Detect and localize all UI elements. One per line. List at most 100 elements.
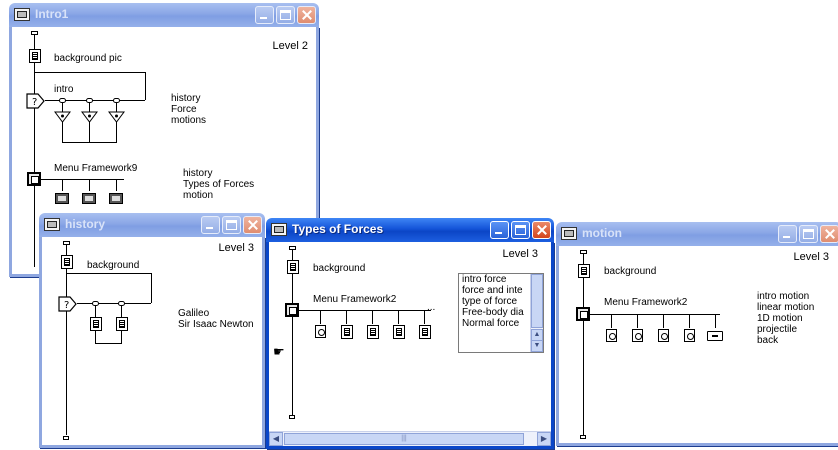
close-button[interactable] [820,225,838,243]
maximize-button[interactable] [511,221,530,239]
display-icon[interactable] [341,325,353,339]
motion-window[interactable]: motion Level 3 background Menu Framework… [556,222,838,446]
page-label: back [757,335,779,346]
branch-line [116,103,117,143]
page-icon[interactable] [606,329,617,342]
page-icon[interactable] [315,325,326,338]
authorware-icon [44,218,60,231]
branch-line [62,103,63,143]
types-of-forces-window[interactable]: Types of Forces Level 3 background Menu … [266,218,554,449]
scroll-right-arrow-icon[interactable]: ▶ [537,432,551,446]
page-label: linear motion [757,302,815,313]
minimize-button[interactable] [490,221,509,239]
loop-line [34,72,146,73]
framework-line [689,314,690,328]
page-icon[interactable] [684,329,695,342]
close-button[interactable] [532,221,551,239]
branch-line [62,142,117,143]
map-icon[interactable] [81,111,98,123]
framework-page-list: intro motion linear motion 1D motion pro… [757,291,814,346]
intro1-titlebar[interactable]: Intro1 [9,3,319,27]
icon-label: background [313,263,366,274]
icon-list[interactable]: intro force force and inte type of force… [458,273,544,353]
display-icon[interactable] [287,260,299,274]
page-label: 1D motion [757,313,803,324]
types-of-forces-titlebar[interactable]: Types of Forces [266,218,554,242]
level-indicator: Level 3 [218,242,254,254]
close-button[interactable] [297,6,316,24]
branch-label: history [171,93,201,104]
scroll-left-arrow-icon[interactable]: ◀ [269,432,283,446]
scroll-thumb[interactable]: ||| [284,433,524,445]
map-icon[interactable] [55,193,69,204]
window-title: motion [582,226,622,240]
decision-icon[interactable]: ? [58,294,77,312]
display-icon[interactable] [116,317,128,331]
loop-line [151,273,152,303]
maximize-button[interactable] [799,225,818,243]
page-label: Types of Forces [183,179,255,190]
framework-line [346,310,347,324]
button-icon[interactable] [707,331,723,341]
page-icon[interactable] [632,329,643,342]
maximize-button[interactable] [222,216,241,234]
icon-label: background [604,266,657,277]
authorware-icon [271,223,287,236]
flowline-end [289,415,295,419]
page-label: intro motion [757,291,810,302]
map-icon[interactable] [54,111,71,123]
decision-branch-list: Galileo Sir Isaac Newton [178,308,254,330]
branch-label: Sir Isaac Newton [178,319,254,330]
branch-line [89,103,90,143]
display-icon[interactable] [393,325,405,339]
history-window[interactable]: history Level 3 background ? Galileo Sir… [39,213,265,448]
framework-line [372,310,373,324]
minimize-button[interactable] [201,216,220,234]
map-icon[interactable] [82,193,96,204]
map-icon[interactable] [109,193,123,204]
framework-line [637,314,638,328]
motion-titlebar[interactable]: motion [556,222,838,246]
decision-icon[interactable]: ? [26,91,45,109]
map-icon[interactable] [108,111,125,123]
svg-text:?: ? [32,97,37,108]
close-button[interactable] [243,216,262,234]
flowline [292,250,293,416]
list-scrollbar[interactable]: ▲ ▼ [530,274,543,352]
horizontal-scrollbar[interactable]: ◀ ||| ▶ [269,431,551,446]
display-icon[interactable] [419,325,431,339]
maximize-button[interactable] [276,6,295,24]
framework-line [89,179,90,191]
icon-label: background pic [54,53,122,64]
display-icon[interactable] [90,317,102,331]
minimize-button[interactable] [255,6,274,24]
scroll-down-arrow-icon[interactable]: ▼ [531,340,543,352]
level-indicator: Level 3 [793,251,829,263]
page-icon[interactable] [658,329,669,342]
authorware-icon [14,8,30,21]
framework-icon[interactable] [285,303,299,317]
icon-label: background [87,260,140,271]
framework-label: Menu Framework9 [54,163,138,174]
framework-label: Menu Framework2 [313,294,397,305]
level-indicator: Level 2 [272,40,308,52]
scroll-thumb[interactable] [531,274,543,328]
history-titlebar[interactable]: history [39,213,265,237]
page-label: projectile [757,324,798,335]
level-indicator: Level 3 [502,248,538,260]
minimize-button[interactable] [778,225,797,243]
display-icon[interactable] [578,264,590,278]
window-title: history [65,217,106,231]
branch-label: Galileo [178,308,210,319]
display-icon[interactable] [61,255,73,269]
framework-line [424,310,425,324]
display-icon[interactable] [367,325,379,339]
flowline [34,35,35,267]
branch-label: motions [171,115,207,126]
display-icon[interactable] [29,49,41,63]
framework-icon[interactable] [27,172,41,186]
framework-line [611,314,612,328]
framework-icon[interactable] [576,307,590,321]
scroll-grip: ||| [401,435,407,442]
framework-line [62,179,63,191]
